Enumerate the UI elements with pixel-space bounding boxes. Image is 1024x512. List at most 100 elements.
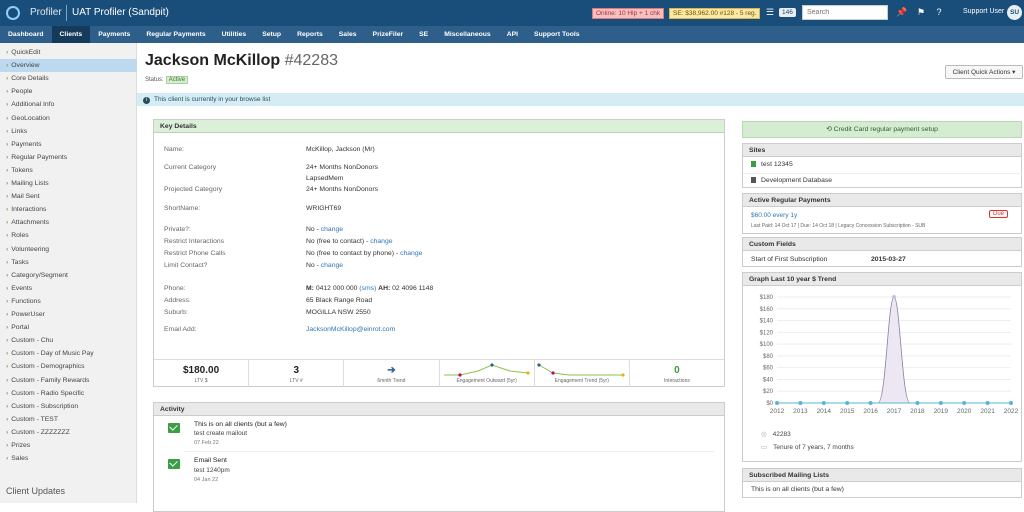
nav-tab-api[interactable]: API: [499, 26, 526, 43]
sidebar-item-custom-chu[interactable]: › Custom - Chu: [0, 334, 137, 347]
profiler-logo-icon[interactable]: [6, 6, 20, 20]
top-bar: Profiler UAT Profiler (Sandpit) Online: …: [0, 0, 1024, 26]
sidebar-item-quickedit[interactable]: › QuickEdit: [0, 46, 137, 59]
engagement-trend-stat[interactable]: Engagement Trend (5yr): [535, 360, 630, 387]
detail-label: ShortName:: [164, 205, 201, 212]
browse-notice-text: This client is currently in your browse …: [154, 96, 271, 103]
sidebar-item-events[interactable]: › Events: [0, 282, 137, 295]
org-name[interactable]: UAT Profiler (Sandpit): [72, 7, 169, 18]
nav-tab-support-tools[interactable]: Support Tools: [526, 26, 588, 43]
change-link[interactable]: change: [321, 262, 343, 269]
trend-stat[interactable]: ➔ 6mnth Trend: [344, 360, 440, 387]
activity-item[interactable]: Email Sent test 1240pm 04 Jan 22: [154, 453, 724, 487]
site-item[interactable]: Development Database: [743, 173, 1023, 188]
nav-tab-prizefiler[interactable]: PrizeFiler: [365, 26, 412, 43]
sidebar-item-functions[interactable]: › Functions: [0, 295, 137, 308]
data-point: [915, 401, 920, 405]
sidebar-item-volunteering[interactable]: › Volunteering: [0, 243, 137, 256]
nav-tab-payments[interactable]: Payments: [90, 26, 138, 43]
detail-label: Name:: [164, 146, 185, 153]
client-quick-actions-button[interactable]: Client Quick Actions ▾: [945, 65, 1023, 79]
sidebar-item-custom-zzzzzzz[interactable]: › Custom - ZZZZZZZ: [0, 426, 137, 439]
nav-tab-reports[interactable]: Reports: [289, 26, 331, 43]
se-badge[interactable]: SE: $38,962.00 #128 - 5 reg.: [669, 8, 761, 19]
sidebar-item-custom-day-of-music-pay[interactable]: › Custom - Day of Music Pay: [0, 347, 137, 360]
change-link[interactable]: change: [400, 250, 422, 257]
avatar[interactable]: SU: [1007, 5, 1022, 20]
app-name[interactable]: Profiler: [30, 7, 62, 18]
custom-fields-title: Custom Fields: [743, 238, 1021, 251]
sidebar-item-sales[interactable]: › Sales: [0, 452, 137, 465]
sidebar-item-links[interactable]: › Links: [0, 125, 137, 138]
change-link[interactable]: change: [370, 238, 392, 245]
site-item[interactable]: test 12345: [743, 158, 1023, 173]
refresh-icon: ⟲: [826, 126, 832, 133]
sidebar-item-tasks[interactable]: › Tasks: [0, 256, 137, 269]
sidebar-item-people[interactable]: › People: [0, 85, 137, 98]
sidebar-item-custom-demographics[interactable]: › Custom - Demographics: [0, 360, 137, 373]
browse-list-icon[interactable]: ☰: [764, 7, 776, 18]
sidebar-item-custom-radio-specific[interactable]: › Custom - Radio Specific: [0, 387, 137, 400]
client-updates-label[interactable]: Client Updates: [6, 486, 65, 496]
credit-card-setup-button[interactable]: ⟲ Credit Card regular payment setup: [742, 121, 1022, 138]
detail-value: No - change: [306, 262, 344, 269]
sidebar-item-mailing-lists[interactable]: › Mailing Lists: [0, 177, 137, 190]
activity-item[interactable]: This is on all clients (but a few) test …: [154, 417, 724, 451]
ltv-count-stat[interactable]: 3 LTV #: [249, 360, 345, 387]
site-icon: [751, 161, 756, 167]
sidebar-item-mail-sent[interactable]: › Mail Sent: [0, 190, 137, 203]
sidebar-item-regular-payments[interactable]: › Regular Payments: [0, 151, 137, 164]
browse-count[interactable]: 146: [779, 8, 796, 17]
sidebar-item-poweruser[interactable]: › PowerUser: [0, 308, 137, 321]
sidebar-item-geolocation[interactable]: › GeoLocation: [0, 112, 137, 125]
sidebar-item-attachments[interactable]: › Attachments: [0, 216, 137, 229]
detail-value: MOGILLA NSW 2550: [306, 309, 371, 316]
sidebar-item-additional-info[interactable]: › Additional Info: [0, 98, 137, 111]
sidebar-item-custom-family-rewards[interactable]: › Custom - Family Rewards: [0, 374, 137, 387]
nav-tab-clients[interactable]: Clients: [51, 26, 91, 43]
help-icon[interactable]: ?: [933, 7, 945, 18]
arp-amount-link[interactable]: $60.00 every 1y: [751, 212, 797, 219]
nav-tab-setup[interactable]: Setup: [254, 26, 289, 43]
search-input[interactable]: [802, 5, 888, 20]
sidebar-item-core-details[interactable]: › Core Details: [0, 72, 137, 85]
nav-tab-utilities[interactable]: Utilities: [214, 26, 255, 43]
change-link[interactable]: change: [321, 226, 343, 233]
user-label[interactable]: Support User: [963, 8, 1004, 15]
nav-tab-se[interactable]: SE: [411, 26, 436, 43]
mailing-lists-title: Subscribed Mailing Lists: [743, 469, 1021, 482]
chevron-right-icon: ›: [6, 455, 9, 463]
flag-icon[interactable]: ⚑: [915, 7, 927, 18]
sidebar-item-tokens[interactable]: › Tokens: [0, 164, 137, 177]
sidebar-item-prizes[interactable]: › Prizes: [0, 439, 137, 452]
engagement-outward-stat[interactable]: Engagement Outward (5yr): [440, 360, 535, 387]
sms-link[interactable]: (sms): [359, 285, 378, 292]
nav-tab-regular-payments[interactable]: Regular Payments: [138, 26, 213, 43]
online-badge[interactable]: Online: 10 Hlp + 1 chk: [592, 8, 665, 19]
sidebar-item-portal[interactable]: › Portal: [0, 321, 137, 334]
data-point: [868, 401, 873, 405]
pin-icon[interactable]: 📌: [896, 7, 908, 18]
nav-tab-miscellaneous[interactable]: Miscellaneous: [436, 26, 498, 43]
sidebar-item-payments[interactable]: › Payments: [0, 138, 137, 151]
sidebar-item-custom-subscription[interactable]: › Custom - Subscription: [0, 400, 137, 413]
sidebar-item-roles[interactable]: › Roles: [0, 229, 137, 242]
data-point: [938, 401, 943, 405]
interactions-stat[interactable]: 0 Interactions: [630, 360, 724, 387]
activity-panel: Activity This is on all clients (but a f…: [153, 402, 725, 512]
email-link[interactable]: JacksonMcKillop@einrot.com: [306, 326, 395, 333]
sidebar-item-interactions[interactable]: › Interactions: [0, 203, 137, 216]
trend-area: [777, 296, 1011, 404]
sidebar-item-custom-test[interactable]: › Custom - TEST: [0, 413, 137, 426]
mailing-list-item[interactable]: This is on all clients (but a few): [751, 486, 844, 493]
trend-chart: $0 $20 $40 $60 $80 $100 $120 $140 $160 $180 2012 20…: [760, 295, 1019, 415]
nav-tab-dashboard[interactable]: Dashboard: [0, 26, 52, 43]
x-tick-label: 2022: [1004, 408, 1019, 415]
divider: [184, 451, 714, 452]
sidebar-item-overview[interactable]: › Overview: [0, 59, 137, 73]
ltv-amount-stat[interactable]: $180.00 LTV $: [154, 360, 250, 387]
nav-tab-sales[interactable]: Sales: [331, 26, 365, 43]
browse-notice: i This client is currently in your browse…: [137, 93, 1024, 106]
sidebar-item-category-segment[interactable]: › Category/Segment: [0, 269, 137, 282]
detail-label: Restrict Phone Calls: [164, 250, 226, 257]
